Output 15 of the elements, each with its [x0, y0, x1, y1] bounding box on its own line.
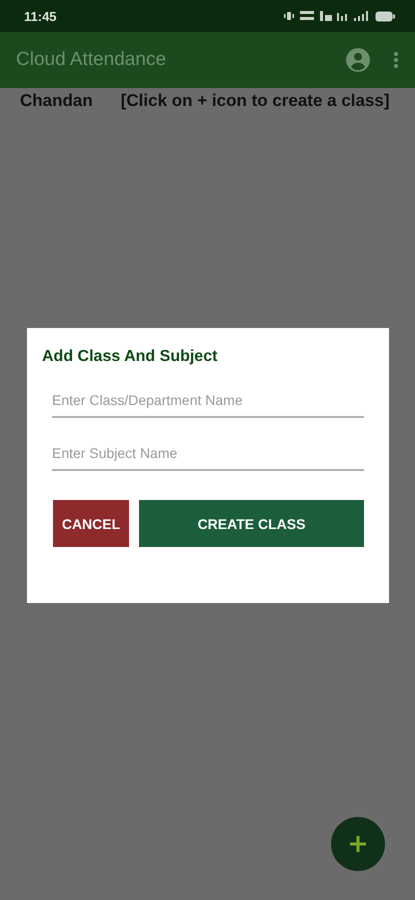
more-options-icon[interactable] — [393, 51, 399, 69]
signal-icon — [354, 11, 370, 21]
plus-icon — [349, 835, 367, 853]
account-icon[interactable] — [345, 47, 371, 73]
cancel-button[interactable]: CANCEL — [53, 500, 129, 547]
app-title: Cloud Attendance — [16, 49, 166, 71]
vibrate-icon — [284, 11, 294, 21]
user-name: Chandan — [20, 91, 93, 111]
hint-text: [Click on + icon to create a class] — [120, 91, 390, 111]
wifi-signal-icon — [337, 11, 349, 21]
dialog-title: Add Class And Subject — [42, 348, 218, 366]
add-button[interactable] — [331, 817, 385, 871]
status-time: 11:45 — [24, 8, 57, 24]
battery-icon — [375, 10, 395, 22]
create-button[interactable]: CREATE CLASS — [139, 500, 364, 547]
